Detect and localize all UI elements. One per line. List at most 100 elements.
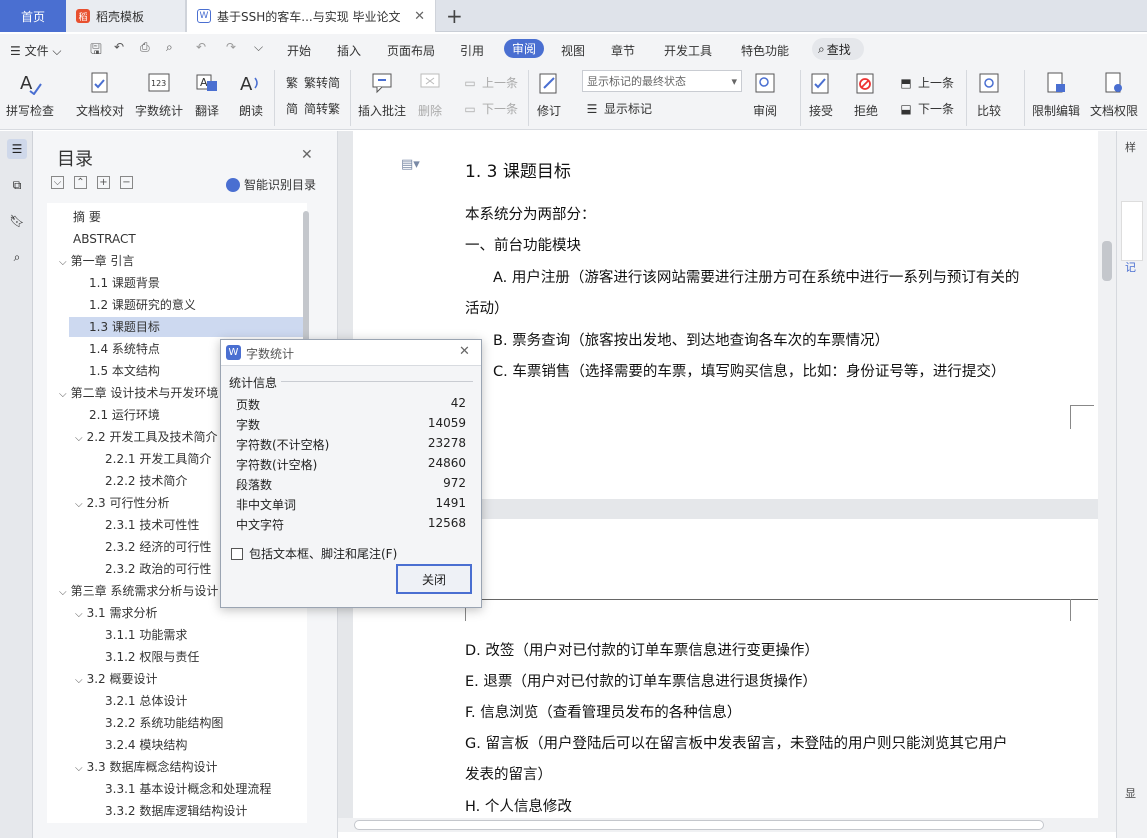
undo-icon[interactable]: ↶ (114, 40, 124, 54)
preview-icon[interactable]: ⌕ (166, 40, 173, 55)
horizontal-scroll-thumb[interactable] (354, 820, 1044, 830)
toc-item[interactable]: 3.2.1 总体设计 (47, 691, 187, 711)
nav-rail-icon[interactable]: ⧉ (7, 175, 27, 195)
toc-item[interactable]: 2.3.2 经济的可行性 (47, 537, 211, 557)
next-change-button[interactable]: ⬓ 下一条 (898, 100, 954, 117)
toc-item[interactable]: 1.4 系统特点 (47, 339, 160, 359)
chevron-down-icon[interactable]: ⌵ (59, 257, 67, 268)
read-aloud-button[interactable]: A 朗读 (238, 70, 264, 119)
undo2-icon[interactable]: ↶ (196, 40, 206, 54)
redo-icon[interactable]: ↷ (226, 40, 236, 54)
menu-start[interactable]: 开始 (287, 42, 311, 59)
toc-item[interactable]: 3.3.1 基本设计概念和处理流程 (47, 779, 271, 799)
new-tab-icon[interactable]: + (446, 4, 463, 28)
toc-item[interactable]: 3.1.2 权限与责任 (47, 647, 199, 667)
search-button[interactable]: ⌕ 查找 (812, 38, 864, 60)
tab-docer[interactable]: 稻 稻壳模板 (66, 0, 186, 32)
vertical-scrollbar[interactable] (1098, 131, 1116, 821)
horizontal-scrollbar[interactable] (338, 818, 1116, 832)
expand-all-icon[interactable]: + (97, 176, 110, 189)
toc-item[interactable]: ⌵ 第一章 引言 (47, 251, 134, 271)
print-icon[interactable]: ⎙ (140, 40, 150, 55)
more-icon[interactable]: ⌵ (254, 40, 263, 55)
toc-item[interactable]: 2.2.1 开发工具简介 (47, 449, 211, 469)
spell-check-button[interactable]: A 拼写检查 (6, 70, 54, 119)
toc-item[interactable]: 1.2 课题研究的意义 (47, 295, 196, 315)
toc-item[interactable]: 1.5 本文结构 (47, 361, 160, 381)
toc-item[interactable]: 1.3 课题目标 (69, 317, 303, 337)
translate-button[interactable]: A 翻译 (194, 70, 220, 119)
toc-item[interactable]: ⌵ 3.3 数据库概念结构设计 (47, 757, 218, 777)
reject-button[interactable]: 拒绝 (853, 70, 879, 119)
menu-chapter[interactable]: 章节 (611, 42, 635, 59)
prev-change-button[interactable]: ⬒ 上一条 (898, 74, 954, 91)
next-comment-button[interactable]: ▭ 下一条 (462, 100, 518, 117)
chevron-down-icon[interactable]: ⌵ (75, 433, 83, 444)
toc-item[interactable]: 3.2.2 系统功能结构图 (47, 713, 223, 733)
collapse-up-icon[interactable]: ⌃ (74, 176, 87, 189)
chevron-down-icon[interactable]: ⌵ (75, 675, 83, 686)
search-rail-icon[interactable]: ⌕ (7, 247, 27, 267)
collapse-all-icon[interactable]: − (120, 176, 133, 189)
markup-state-select[interactable]: 显示标记的最终状态 ▾ (582, 70, 742, 92)
toc-item[interactable]: 2.1 运行环境 (47, 405, 160, 425)
chevron-down-icon[interactable]: ⌵ (75, 499, 83, 510)
chevron-down-icon[interactable]: ⌵ (75, 763, 83, 774)
tab-document[interactable]: W 基于SSH的客车...与实现 毕业论文 ✕ (186, 0, 436, 32)
menu-features[interactable]: 特色功能 (741, 42, 789, 59)
menu-layout[interactable]: 页面布局 (387, 42, 435, 59)
prev-comment-button[interactable]: ▭ 上一条 (462, 74, 518, 91)
right-panel-box[interactable] (1121, 201, 1143, 261)
close-icon[interactable]: ✕ (301, 147, 313, 163)
toc-item[interactable]: 2.3.1 技术可性性 (47, 515, 199, 535)
bookmark-rail-icon[interactable]: 🔖︎ (7, 211, 27, 231)
toc-item[interactable]: ⌵ 2.3 可行性分析 (47, 493, 170, 513)
accept-button[interactable]: 接受 (808, 70, 834, 119)
insert-comment-button[interactable]: 插入批注 (358, 70, 406, 119)
paragraph-handle-icon[interactable]: ▤▾ (401, 157, 420, 172)
toc-item[interactable]: ⌵ 第三章 系统需求分析与设计 (47, 581, 218, 601)
save-icon[interactable]: 🖫 (90, 39, 102, 63)
toc-item[interactable]: 3.2.4 模块结构 (47, 735, 187, 755)
trad-simp-button[interactable]: 繁繁转简 (284, 74, 340, 91)
toc-item[interactable]: ABSTRACT (47, 229, 136, 249)
checkbox-box[interactable] (231, 547, 243, 560)
toc-item[interactable]: ⌵ 3.1 需求分析 (47, 603, 158, 623)
right-sidebar-link[interactable]: 记 (1125, 259, 1136, 275)
menu-file[interactable]: ☰ 文件 ⌵ (10, 42, 62, 59)
doc-rights-button[interactable]: 文档权限 (1090, 70, 1138, 119)
close-tab-icon[interactable]: ✕ (414, 9, 425, 24)
toc-item[interactable]: 2.2.2 技术简介 (47, 471, 187, 491)
menu-insert[interactable]: 插入 (337, 42, 361, 59)
expand-down-icon[interactable]: ⌵ (51, 176, 64, 189)
delete-comment-button[interactable]: 删除 (417, 70, 443, 119)
chevron-down-icon[interactable]: ⌵ (59, 587, 67, 598)
review-button[interactable]: 审阅 (752, 70, 778, 119)
toc-item[interactable]: 3.1.1 功能需求 (47, 625, 187, 645)
show-markup-button[interactable]: ☰ 显示标记 (584, 100, 652, 117)
toc-item[interactable]: ⌵ 2.2 开发工具及技术简介 (47, 427, 218, 447)
toc-rail-icon[interactable]: ☰ (7, 139, 27, 159)
simp-trad-button[interactable]: 简简转繁 (284, 100, 340, 117)
revise-button[interactable]: 修订 (536, 70, 562, 119)
toc-item[interactable]: ⌵ 3.2 概要设计 (47, 669, 158, 689)
chevron-down-icon[interactable]: ⌵ (75, 609, 83, 620)
doc-proof-button[interactable]: 文档校对 (76, 70, 124, 119)
tab-home[interactable]: 首页 (0, 0, 66, 32)
restrict-edit-button[interactable]: 限制编辑 (1032, 70, 1080, 119)
menu-review[interactable]: 审阅 (504, 39, 545, 58)
compare-button[interactable]: 比较 (976, 70, 1002, 119)
menu-reference[interactable]: 引用 (460, 42, 484, 59)
menu-devtools[interactable]: 开发工具 (664, 42, 712, 59)
toc-item[interactable]: 2.3.2 政治的可行性 (47, 559, 211, 579)
word-count-button[interactable]: 123 字数统计 (135, 70, 183, 119)
toc-item[interactable]: 3.3.2 数据库逻辑结构设计 (47, 801, 247, 821)
include-textbox-checkbox[interactable]: 包括文本框、脚注和尾注(F) (231, 545, 397, 562)
chevron-down-icon[interactable]: ⌵ (59, 389, 67, 400)
toc-item[interactable]: 摘 要 (47, 207, 101, 227)
close-icon[interactable]: ✕ (459, 344, 470, 359)
smart-toc-button[interactable]: 智能识别目录 (226, 176, 316, 193)
menu-view[interactable]: 视图 (561, 42, 585, 59)
toc-item[interactable]: ⌵ 第二章 设计技术与开发环境 (47, 383, 218, 403)
vertical-scroll-thumb[interactable] (1102, 241, 1112, 281)
